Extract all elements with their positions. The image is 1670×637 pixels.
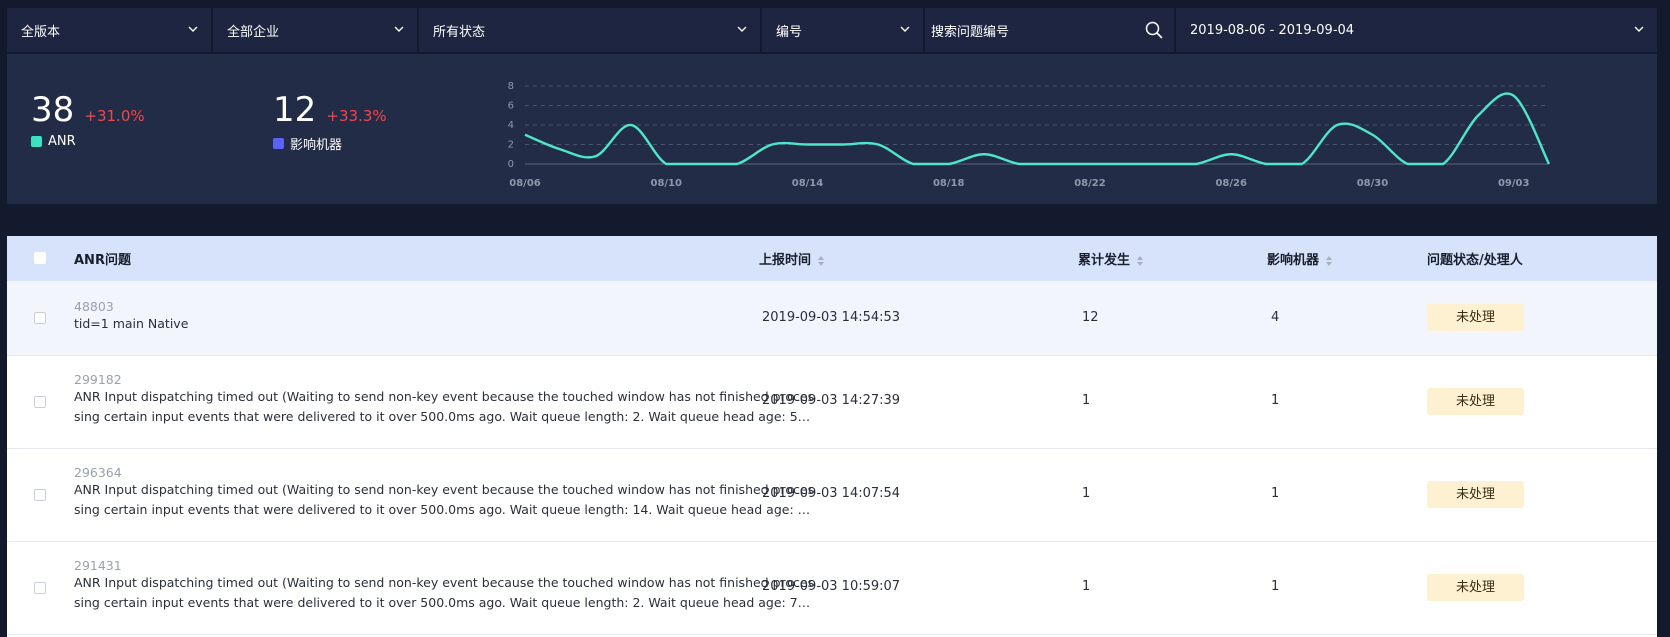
select-all-checkbox[interactable] <box>34 252 46 264</box>
company-select[interactable]: 全部企业 <box>213 8 417 52</box>
id-type-select[interactable]: 编号 <box>762 8 923 52</box>
report-time: 2019-09-03 14:07:54 <box>762 486 901 501</box>
header-total-count[interactable]: 累计发生 <box>1078 249 1144 268</box>
y-tick-label: 0 <box>508 159 514 170</box>
header-report-time-label: 上报时间 <box>759 253 812 268</box>
report-time: 2019-09-03 10:59:07 <box>762 579 901 594</box>
header-affected-devices[interactable]: 影响机器 <box>1267 249 1333 268</box>
devices-label: 影响机器 <box>290 138 343 153</box>
x-tick-label: 08/06 <box>509 178 541 189</box>
search-placeholder: 搜索问题编号 <box>931 24 1010 40</box>
issue-title[interactable]: ANR Input dispatching timed out (Waiting… <box>74 573 814 593</box>
y-tick-label: 8 <box>508 81 514 92</box>
issue-title[interactable]: tid=1 main Native <box>74 314 188 334</box>
chevron-down-icon <box>394 26 404 32</box>
version-select[interactable]: 全版本 <box>7 8 211 52</box>
x-tick-label: 08/14 <box>792 178 824 189</box>
x-tick-label: 09/03 <box>1498 178 1530 189</box>
series-line <box>524 92 1551 166</box>
id-type-select-label: 编号 <box>776 24 803 40</box>
status-badge[interactable]: 未处理 <box>1427 574 1524 601</box>
x-tick-label: 08/22 <box>1074 178 1106 189</box>
table-row[interactable]: 296364 ANR Input dispatching timed out (… <box>7 449 1657 542</box>
row-checkbox[interactable] <box>34 396 46 408</box>
status-badge[interactable]: 未处理 <box>1427 481 1524 508</box>
header-status: 问题状态/处理人 <box>1427 253 1523 268</box>
issue-title-continued[interactable]: sing certain input events that were deli… <box>74 500 814 520</box>
status-badge[interactable]: 未处理 <box>1427 304 1524 331</box>
sort-icon[interactable] <box>817 255 825 267</box>
issue-title-continued[interactable]: sing certain input events that were deli… <box>74 407 814 427</box>
affected-devices: 4 <box>1271 310 1280 325</box>
table-row[interactable]: 299182 ANR Input dispatching timed out (… <box>7 356 1657 449</box>
date-range-picker[interactable]: 2019-08-06 - 2019-09-04 <box>1176 8 1657 52</box>
row-checkbox[interactable] <box>34 582 46 594</box>
total-count: 1 <box>1082 486 1091 501</box>
anr-legend-swatch <box>31 136 42 147</box>
chevron-down-icon <box>737 26 747 32</box>
report-time: 2019-09-03 14:54:53 <box>762 310 901 325</box>
issue-table: ANR问题 上报时间 累计发生 影响机器 问题状态/处理人 48803 tid=… <box>7 236 1657 637</box>
header-issue: ANR问题 <box>74 253 131 268</box>
header-affected-devices-label: 影响机器 <box>1267 253 1320 268</box>
devices-legend-swatch <box>273 138 284 149</box>
issue-title[interactable]: ANR Input dispatching timed out (Waiting… <box>74 387 814 407</box>
x-tick-label: 08/30 <box>1357 178 1389 189</box>
issue-id: 291431 <box>74 558 122 573</box>
y-tick-label: 4 <box>508 120 514 131</box>
stats-panel: 38 +31.0% ANR 12 +33.3% 影响机器 0 2 4 6 8 08/06 0… <box>7 54 1657 204</box>
issue-id: 296364 <box>74 465 122 480</box>
header-total-count-label: 累计发生 <box>1078 253 1131 268</box>
x-tick-label: 08/10 <box>650 178 682 189</box>
anr-trend-chart: 0 2 4 6 8 08/06 08/10 08/14 08/18 08/22 08/26 08/30… <box>508 81 1551 189</box>
y-tick-label: 2 <box>508 140 514 151</box>
devices-change: +33.3% <box>326 107 387 125</box>
status-select-label: 所有状态 <box>433 24 486 40</box>
header-report-time[interactable]: 上报时间 <box>759 249 825 268</box>
company-select-label: 全部企业 <box>227 24 280 40</box>
filter-bar: 全版本 全部企业 所有状态 编号 搜索问题编号 2019-08-06 - 201… <box>7 8 1657 52</box>
sort-icon[interactable] <box>1136 255 1144 267</box>
issue-title-continued[interactable]: sing certain input events that were deli… <box>74 593 814 613</box>
chevron-down-icon <box>1634 26 1644 32</box>
status-select[interactable]: 所有状态 <box>419 8 760 52</box>
table-row[interactable]: 291431 ANR Input dispatching timed out (… <box>7 542 1657 635</box>
issue-search-input[interactable]: 搜索问题编号 <box>925 8 1174 52</box>
devices-count: 12 <box>273 90 317 130</box>
chevron-down-icon <box>900 26 910 32</box>
chevron-down-icon <box>188 26 198 32</box>
devices-stat: 12 +33.3% 影响机器 <box>273 90 387 153</box>
affected-devices: 1 <box>1271 393 1280 408</box>
total-count: 1 <box>1082 393 1091 408</box>
y-tick-label: 6 <box>508 101 514 112</box>
affected-devices: 1 <box>1271 579 1280 594</box>
version-select-label: 全版本 <box>21 24 61 40</box>
affected-devices: 1 <box>1271 486 1280 501</box>
total-count: 1 <box>1082 579 1091 594</box>
issue-title[interactable]: ANR Input dispatching timed out (Waiting… <box>74 480 814 500</box>
anr-count: 38 <box>31 90 75 130</box>
issue-id: 299182 <box>74 372 122 387</box>
x-tick-label: 08/26 <box>1215 178 1247 189</box>
table-header: ANR问题 上报时间 累计发生 影响机器 问题状态/处理人 <box>7 236 1657 281</box>
issue-id: 48803 <box>74 299 114 314</box>
status-badge[interactable]: 未处理 <box>1427 388 1524 415</box>
report-time: 2019-09-03 14:27:39 <box>762 393 901 408</box>
total-count: 12 <box>1082 310 1099 325</box>
anr-label: ANR <box>48 134 76 149</box>
sort-icon[interactable] <box>1325 255 1333 267</box>
search-icon[interactable] <box>1144 20 1164 40</box>
table-row[interactable]: 48803 tid=1 main Native 2019-09-03 14:54… <box>7 281 1657 356</box>
row-checkbox[interactable] <box>34 489 46 501</box>
date-range-label: 2019-08-06 - 2019-09-04 <box>1190 22 1355 38</box>
row-checkbox[interactable] <box>34 312 46 324</box>
x-tick-label: 08/18 <box>933 178 965 189</box>
anr-change: +31.0% <box>84 107 145 125</box>
anr-stat: 38 +31.0% ANR <box>31 90 145 149</box>
